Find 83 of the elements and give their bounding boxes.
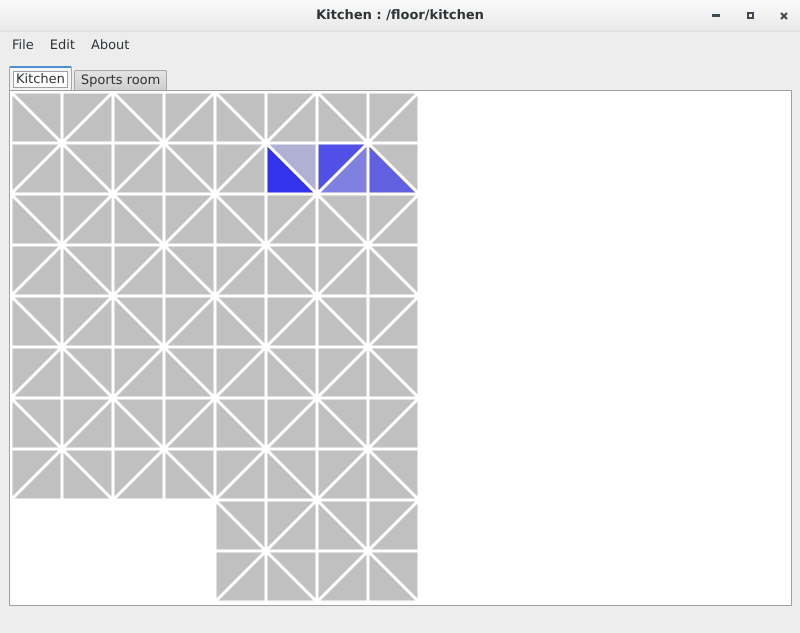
floor-tile[interactable] [164,194,215,245]
floor-tile[interactable] [317,551,368,602]
close-icon [780,12,788,20]
floor-tile[interactable] [164,92,215,143]
floor-tile[interactable] [11,245,62,296]
floor-tile[interactable] [113,194,164,245]
floor-tile[interactable] [266,245,317,296]
floor-tile[interactable] [113,92,164,143]
close-button[interactable] [778,10,790,22]
floor-tile[interactable] [62,449,113,500]
floor-tile[interactable] [317,398,368,449]
floor-tile[interactable] [62,296,113,347]
floor-tile[interactable] [215,92,266,143]
floor-tile[interactable] [368,347,419,398]
floor-tile[interactable] [368,194,419,245]
floor-tile[interactable] [266,500,317,551]
floor-tile[interactable] [215,347,266,398]
floor-tile[interactable] [317,449,368,500]
floor-tile[interactable] [11,194,62,245]
floor-tile[interactable] [266,143,317,194]
floor-tile[interactable] [368,449,419,500]
floor-tile[interactable] [164,449,215,500]
floor-tile[interactable] [62,245,113,296]
floor-tile[interactable] [215,296,266,347]
floor-tile[interactable] [368,500,419,551]
maximize-icon [746,12,754,19]
floor-tile[interactable] [215,194,266,245]
floor-tile[interactable] [164,245,215,296]
window-title: Kitchen : /floor/kitchen [316,8,484,23]
floor-tile[interactable] [215,398,266,449]
floor-tile[interactable] [215,449,266,500]
floor-tile[interactable] [266,296,317,347]
floor-tile[interactable] [113,398,164,449]
floor-tile[interactable] [266,194,317,245]
floor-tile[interactable] [368,245,419,296]
floor-tile[interactable] [113,296,164,347]
tab[interactable]: Kitchen [9,66,72,90]
floor-tile[interactable] [266,347,317,398]
floor-tile[interactable] [11,449,62,500]
floor-tile[interactable] [317,143,368,194]
floor-tile[interactable] [164,296,215,347]
menu-item[interactable]: About [82,36,138,54]
floor-tile[interactable] [317,500,368,551]
floor-tile[interactable] [368,551,419,602]
floor-tile[interactable] [215,500,266,551]
floor-tile[interactable] [368,296,419,347]
floor-tile[interactable] [11,92,62,143]
floor-tile[interactable] [266,398,317,449]
floor-tile[interactable] [317,92,368,143]
floor-tile[interactable] [62,92,113,143]
floor-tile[interactable] [11,398,62,449]
floor-tile[interactable] [368,143,419,194]
menu-item[interactable]: File [4,36,42,54]
floor-tile[interactable] [113,143,164,194]
floor-tile[interactable] [368,398,419,449]
floor-tile[interactable] [62,347,113,398]
floor-tile[interactable] [164,398,215,449]
floor-tile[interactable] [62,194,113,245]
floor-tile[interactable] [113,245,164,296]
floor-tile[interactable] [215,551,266,602]
floor-tile[interactable] [11,143,62,194]
menu-item[interactable]: Edit [42,36,83,54]
floor-tile[interactable] [215,245,266,296]
floor-tile[interactable] [113,449,164,500]
floor-tile[interactable] [11,296,62,347]
floor-tile[interactable] [266,551,317,602]
maximize-button[interactable] [744,10,756,22]
floor-tile[interactable] [317,245,368,296]
tab[interactable]: Sports room [74,70,168,90]
floor-tile[interactable] [317,347,368,398]
floor-tile[interactable] [266,449,317,500]
floor-tile[interactable] [215,143,266,194]
floor-tile[interactable] [62,143,113,194]
floor-tile[interactable] [113,347,164,398]
floor-tile[interactable] [317,296,368,347]
floor-tile[interactable] [368,92,419,143]
floor-tile[interactable] [317,194,368,245]
minimize-icon [712,14,720,17]
floor-tile[interactable] [11,347,62,398]
floor-tile[interactable] [164,143,215,194]
floor-tile[interactable] [164,347,215,398]
floor-tile[interactable] [266,92,317,143]
floor-tile[interactable] [62,398,113,449]
